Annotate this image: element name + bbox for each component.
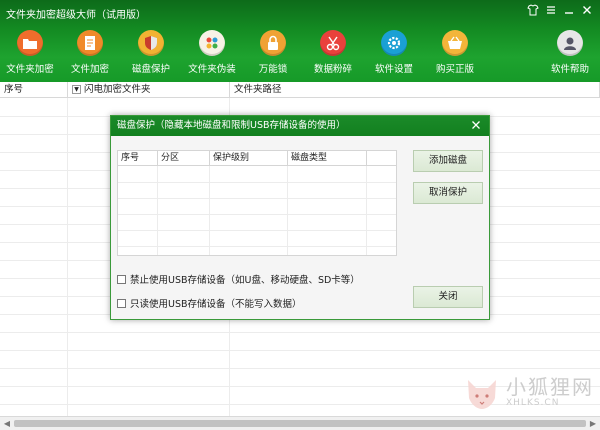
toolbar-data-shred[interactable]: 数据粉碎 (303, 30, 363, 75)
dialog-title: 磁盘保护（隐藏本地磁盘和限制USB存储设备的使用） (117, 120, 346, 131)
toolbar-label: 磁盘保护 (131, 64, 170, 75)
menu-icon[interactable] (544, 4, 558, 18)
toolbar-label: 文件加密 (70, 64, 109, 75)
toolbar-universal-lock[interactable]: 万能锁 (243, 30, 303, 75)
window-title: 文件夹加密超级大师（试用版） (6, 10, 146, 21)
readonly-usb-label: 只读使用USB存储设备（不能写入数据） (130, 299, 302, 310)
folder-lock-icon (17, 30, 43, 56)
close-button[interactable]: 关闭 (413, 286, 483, 308)
disable-usb-checkbox[interactable] (117, 274, 126, 284)
grid-col-divider (366, 166, 367, 255)
cart-icon (442, 30, 468, 56)
fox-logo-icon (468, 380, 496, 409)
watermark: 小狐狸网 XHLKS.CN (462, 372, 594, 412)
scrollbar-thumb[interactable] (14, 420, 586, 427)
dialog-body: 序号 分区 保护级别 磁盘类型 添加磁盘 取消保护 禁止使用USB存储设备（如U… (111, 136, 489, 319)
toolbar-settings[interactable]: 软件设置 (364, 30, 424, 75)
watermark-cn: 小狐狸网 (506, 374, 594, 399)
readonly-usb-checkbox[interactable] (117, 298, 126, 308)
toolbar-label: 购买正版 (435, 64, 474, 75)
list-header-encrypted-folder[interactable]: ▼ 闪电加密文件夹 (68, 82, 230, 98)
grid-row-divider (118, 214, 396, 215)
list-header-label: 闪电加密文件夹 (84, 84, 151, 95)
window-controls (526, 4, 594, 18)
grid-col-divider (287, 166, 288, 255)
disable-usb-option[interactable]: 禁止使用USB存储设备（如U盘、移动硬盘、SD卡等） (117, 272, 360, 286)
grid-header-blank (367, 151, 396, 166)
grid-row-divider (118, 230, 396, 231)
toolbar-label: 软件帮助 (550, 64, 589, 75)
close-icon[interactable] (580, 4, 594, 18)
minimize-icon[interactable] (562, 4, 576, 18)
grid-header-partition[interactable]: 分区 (158, 151, 210, 166)
padlock-icon (260, 30, 286, 56)
disk-grid: 序号 分区 保护级别 磁盘类型 (117, 150, 397, 256)
grid-col-divider (209, 166, 210, 255)
watermark-en: XHLKS.CN (506, 397, 560, 408)
shredder-icon (320, 30, 346, 56)
disk-protection-dialog: 磁盘保护（隐藏本地磁盘和限制USB存储设备的使用） 序号 分区 保护级别 磁盘类… (110, 115, 490, 320)
toolbar: 文件夹加密 文件加密 磁盘保护 文件夹伪装 万能锁 数据粉碎 软件设置 购买正版… (0, 30, 600, 80)
list-header-index[interactable]: 序号 (0, 82, 68, 98)
scroll-right-icon[interactable]: ▶ (588, 419, 598, 429)
toolbar-buy[interactable]: 购买正版 (425, 30, 485, 75)
scroll-left-icon[interactable]: ◀ (2, 419, 12, 429)
toolbar-folder-encrypt[interactable]: 文件夹加密 (0, 30, 60, 75)
cancel-protection-button[interactable]: 取消保护 (413, 182, 483, 204)
toolbar-label: 数据粉碎 (313, 64, 352, 75)
grid-header-disk-type[interactable]: 磁盘类型 (288, 151, 367, 166)
toolbar-label: 软件设置 (374, 64, 413, 75)
grid-row-divider (118, 182, 396, 183)
row-divider (0, 332, 600, 333)
disguise-icon (199, 30, 225, 56)
dialog-titlebar: 磁盘保护（隐藏本地磁盘和限制USB存储设备的使用） (111, 116, 489, 136)
toolbar-file-encrypt[interactable]: 文件加密 (60, 30, 120, 75)
toolbar-label: 万能锁 (258, 64, 288, 75)
grid-header-index[interactable]: 序号 (118, 151, 158, 166)
grid-header-protection-level[interactable]: 保护级别 (210, 151, 288, 166)
row-divider (0, 368, 600, 369)
disable-usb-label: 禁止使用USB存储设备（如U盘、移动硬盘、SD卡等） (130, 275, 360, 286)
file-lock-icon (77, 30, 103, 56)
add-disk-button[interactable]: 添加磁盘 (413, 150, 483, 172)
shield-icon (138, 30, 164, 56)
toolbar-label: 文件夹加密 (6, 64, 54, 75)
toolbar-help[interactable]: 软件帮助 (540, 30, 600, 75)
settings-icon (381, 30, 407, 56)
watermark-text: 小狐狸网 XHLKS.CN (506, 377, 594, 408)
help-avatar-icon (557, 30, 583, 56)
list-header-folder-path[interactable]: 文件夹路径 (230, 82, 600, 98)
chevron-down-icon: ▼ (72, 85, 81, 94)
toolbar-folder-disguise[interactable]: 文件夹伪装 (182, 30, 242, 75)
row-divider (0, 350, 600, 351)
app-header: 文件夹加密超级大师（试用版） 文件夹加密 文件加密 磁盘保护 文件夹伪装 万能锁… (0, 0, 600, 82)
horizontal-scrollbar[interactable]: ◀ ▶ (0, 416, 600, 430)
grid-row-divider (118, 198, 396, 199)
toolbar-disk-protect[interactable]: 磁盘保护 (121, 30, 181, 75)
readonly-usb-option[interactable]: 只读使用USB存储设备（不能写入数据） (117, 296, 302, 310)
shirt-icon[interactable] (526, 4, 540, 18)
toolbar-label: 文件夹伪装 (188, 64, 236, 75)
grid-col-divider (157, 166, 158, 255)
grid-row-divider (118, 246, 396, 247)
dialog-close-icon[interactable] (469, 116, 483, 136)
